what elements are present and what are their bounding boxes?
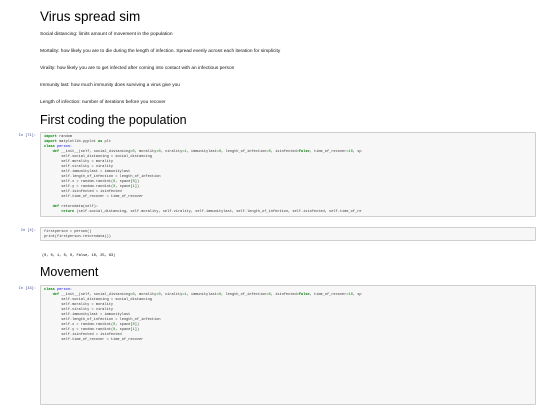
code-cell-population[interactable]: import random import matplotlib.pyplot as…	[40, 132, 536, 217]
code-editor[interactable]: firstperson = person() print(firstperson.…	[44, 230, 535, 240]
description-length-of-infection: Length of infection: number of iteration…	[40, 100, 166, 105]
cell-prompt: In [4]:	[20, 229, 36, 233]
section-heading-population: First coding the population	[40, 113, 187, 127]
cell-output: (0, 0, 1, 0, 0, False, 10, 25, 63)	[42, 254, 116, 258]
code-line: self.time_of_recover = time_of_recover	[61, 338, 144, 342]
description-mortality: Mortality: how likely you are to die dur…	[40, 49, 281, 54]
code-line: print(firstperson.retorndata())	[44, 235, 111, 239]
description-virality: Virality: how likely you are to get infe…	[40, 66, 235, 71]
description-immunity-last: Immunity last: how much immunity does su…	[40, 83, 180, 88]
notebook-title: Virus spread sim	[40, 9, 141, 24]
section-heading-movement: Movement	[40, 265, 99, 279]
cell-prompt: In [43]:	[18, 287, 36, 291]
description-social-distancing: Social distancing: limits amount of move…	[40, 32, 173, 37]
code-editor[interactable]: class person: def __init__(self, social_…	[44, 288, 535, 343]
code-editor[interactable]: import random import matplotlib.pyplot as…	[44, 135, 535, 215]
notebook-page: Virus spread sim Social distancing: limi…	[0, 0, 540, 405]
cell-prompt: In [71]:	[18, 134, 36, 138]
code-cell-firstperson[interactable]: firstperson = person() print(firstperson.…	[40, 227, 536, 241]
code-cell-movement[interactable]: class person: def __init__(self, social_…	[40, 285, 536, 405]
code-line: return (self.social_distancing, self.mor…	[61, 210, 362, 214]
